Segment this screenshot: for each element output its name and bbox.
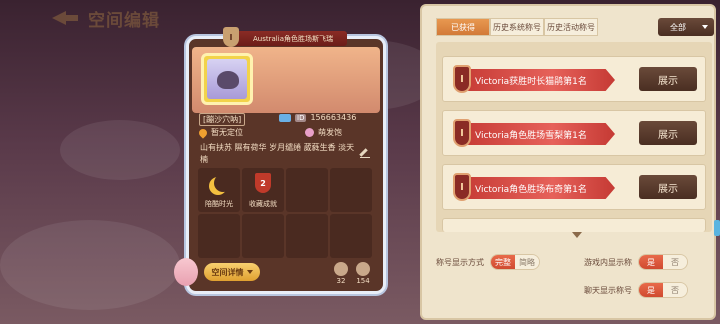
title-tabs: 已获得 历史系统称号 历史活动称号 [436, 18, 598, 36]
option-full[interactable]: 完整 [491, 255, 515, 269]
slot-label: 陪酷时光 [205, 200, 233, 208]
title-text: Victoria角色胜场雪梨第1名 [475, 130, 587, 141]
title-emblem-icon: I [453, 65, 471, 93]
edit-bio-icon[interactable] [360, 148, 370, 158]
balloon-decoration [174, 258, 198, 286]
show-button[interactable]: 展示 [639, 121, 697, 145]
title-text: Victoria获胜时长猫鹃第1名 [475, 76, 587, 87]
trophy-icon [356, 262, 370, 276]
in-game-setting: 游戏内显示称 是 否 [584, 254, 688, 270]
filter-dropdown[interactable]: 全部 [658, 18, 714, 36]
title-list[interactable]: Victoria获胜时长猫鹃第1名 I 展示 Victoria角色胜场雪梨第1名… [436, 42, 712, 232]
display-mode-toggle[interactable]: 完整 简略 [490, 254, 540, 270]
collection-slot[interactable]: 2 收藏成就 [242, 168, 284, 212]
rank-medal-icon: I [223, 27, 239, 47]
display-mode-setting: 称号显示方式 完整 简略 [436, 254, 540, 270]
chat-setting: 聊天显示称号 是 否 [584, 282, 688, 298]
title-emblem-icon: I [453, 173, 471, 201]
list-item: Victoria获胜时长猫鹃第1名 I 展示 [442, 56, 706, 102]
title-banner: I Australia角色胜场斯飞瑞 [223, 27, 347, 47]
stat-value: 154 [356, 277, 370, 285]
collection-grid: 陪酷时光 2 收藏成就 [198, 168, 372, 258]
location-row: 暂无定位 [197, 126, 243, 139]
title-emblem-icon: I [453, 119, 471, 147]
side-drawer-tab[interactable] [714, 220, 720, 236]
avatar[interactable] [201, 53, 253, 105]
pet-row: 萌发饱 [305, 127, 342, 138]
show-button[interactable]: 展示 [639, 67, 697, 91]
location-text: 暂无定位 [211, 128, 243, 137]
paw-icon [334, 262, 348, 276]
stat-paw[interactable]: 32 [332, 262, 350, 285]
filter-value: 全部 [670, 22, 686, 32]
top-bar: 空间编辑 [52, 6, 160, 31]
option-no[interactable]: 否 [663, 255, 687, 269]
option-yes[interactable]: 是 [639, 283, 663, 297]
stat-trophy[interactable]: 154 [354, 262, 372, 285]
badge-icon: 2 [255, 173, 271, 193]
chat-label: 聊天显示称号 [584, 285, 632, 295]
id-label: ID [295, 113, 307, 122]
nickname-row: [蹦沙穴呐] [199, 113, 246, 126]
id-value: 156663436 [310, 113, 357, 122]
location-pin-icon [197, 126, 209, 139]
tab-history-system[interactable]: 历史系统称号 [490, 18, 544, 36]
collection-slot-empty[interactable] [242, 214, 284, 258]
pet-icon [305, 128, 314, 137]
chevron-down-icon [702, 25, 708, 29]
title-plate: Victoria获胜时长猫鹃第1名 [459, 69, 615, 91]
moon-icon [214, 174, 232, 192]
background-cloud [60, 120, 180, 180]
chevron-down-icon [246, 270, 253, 274]
space-detail-button[interactable]: 空间详情 [204, 263, 260, 281]
show-button[interactable]: 展示 [639, 175, 697, 199]
list-item: Victoria角色胜场布奇第1名 I 展示 [442, 164, 706, 210]
page-title: 空间编辑 [88, 10, 160, 31]
collection-slot-empty[interactable] [330, 168, 372, 212]
title-text: Victoria角色胜场布奇第1名 [475, 184, 587, 195]
list-item-partial [442, 218, 706, 232]
list-item: Victoria角色胜场雪梨第1名 I 展示 [442, 110, 706, 156]
option-yes[interactable]: 是 [639, 255, 663, 269]
tab-obtained[interactable]: 已获得 [436, 18, 490, 36]
collection-slot-empty[interactable] [286, 214, 328, 258]
collection-slot[interactable]: 陪酷时光 [198, 168, 240, 212]
in-game-toggle[interactable]: 是 否 [638, 254, 688, 270]
back-arrow-icon[interactable] [52, 9, 78, 27]
avatar-image [207, 59, 247, 99]
collection-slot-empty[interactable] [198, 214, 240, 258]
id-row: ID 156663436 [279, 113, 356, 122]
slot-label: 收藏成就 [249, 200, 277, 208]
nickname: [蹦沙穴呐] [199, 113, 246, 126]
option-brief[interactable]: 简略 [515, 255, 539, 269]
stat-value: 32 [336, 277, 346, 285]
title-panel: 已获得 历史系统称号 历史活动称号 全部 Victoria获胜时长猫鹃第1名 I… [420, 4, 716, 320]
space-detail-label: 空间详情 [211, 267, 244, 277]
in-game-label: 游戏内显示称 [584, 257, 632, 267]
display-mode-label: 称号显示方式 [436, 257, 484, 267]
option-no[interactable]: 否 [663, 283, 687, 297]
chat-toggle[interactable]: 是 否 [638, 282, 688, 298]
collection-slot-empty[interactable] [330, 214, 372, 258]
id-card-icon [279, 113, 291, 122]
title-plate: Victoria角色胜场布奇第1名 [459, 177, 615, 199]
scroll-down-icon[interactable] [572, 232, 582, 238]
tab-history-event[interactable]: 历史活动称号 [544, 18, 598, 36]
title-banner-text: Australia角色胜场斯飞瑞 [253, 34, 333, 43]
bio-text: 山有扶苏 隰有荷华 岁月缱绻 葳蕤生香 淡天楠 [200, 143, 355, 164]
title-plate: Victoria角色胜场雪梨第1名 [459, 123, 615, 145]
pet-text: 萌发饱 [318, 128, 342, 137]
background-cloud [0, 220, 180, 310]
collection-slot-empty[interactable] [286, 168, 328, 212]
